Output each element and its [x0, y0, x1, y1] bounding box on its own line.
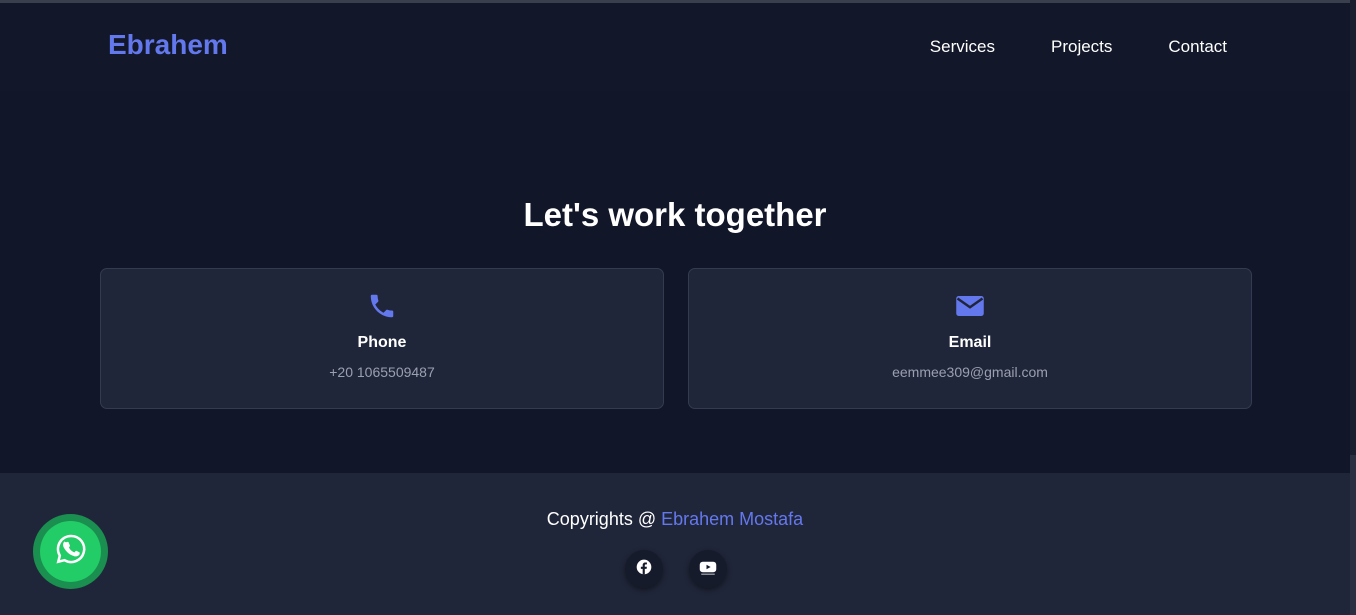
social-links [625, 550, 727, 588]
author-link[interactable]: Ebrahem Mostafa [661, 509, 803, 529]
whatsapp-icon [54, 532, 88, 571]
site-footer: Copyrights @ Ebrahem Mostafa [0, 473, 1350, 615]
nav-link-contact[interactable]: Contact [1168, 37, 1227, 57]
copyright-prefix: Copyrights @ [546, 509, 662, 529]
main-nav: Services Projects Contact [930, 37, 1227, 57]
envelope-icon [955, 291, 985, 326]
contact-section-title: Let's work together [523, 196, 827, 233]
phone-card[interactable]: Phone +20 1065509487 [100, 268, 664, 409]
copyright-text: Copyrights @ Ebrahem Mostafa [0, 509, 1350, 530]
nav-link-services[interactable]: Services [930, 37, 995, 57]
nav-link-projects[interactable]: Projects [1051, 37, 1112, 57]
facebook-icon [636, 559, 652, 580]
phone-card-title: Phone [357, 334, 407, 351]
whatsapp-floating-button[interactable] [33, 514, 108, 589]
youtube-button[interactable] [689, 550, 727, 588]
phone-number[interactable]: +20 1065509487 [101, 364, 663, 380]
email-card[interactable]: Email eemmee309@gmail.com [688, 268, 1252, 409]
youtube-icon [699, 559, 717, 580]
site-header: Ebrahem Services Projects Contact [0, 3, 1350, 91]
facebook-button[interactable] [625, 550, 663, 588]
site-logo[interactable]: Ebrahem [108, 29, 228, 61]
email-card-title: Email [948, 334, 992, 351]
phone-icon [367, 291, 397, 326]
scrollbar-track[interactable] [1350, 0, 1356, 615]
scrollbar-thumb[interactable] [1350, 455, 1356, 615]
email-address[interactable]: eemmee309@gmail.com [689, 364, 1251, 380]
